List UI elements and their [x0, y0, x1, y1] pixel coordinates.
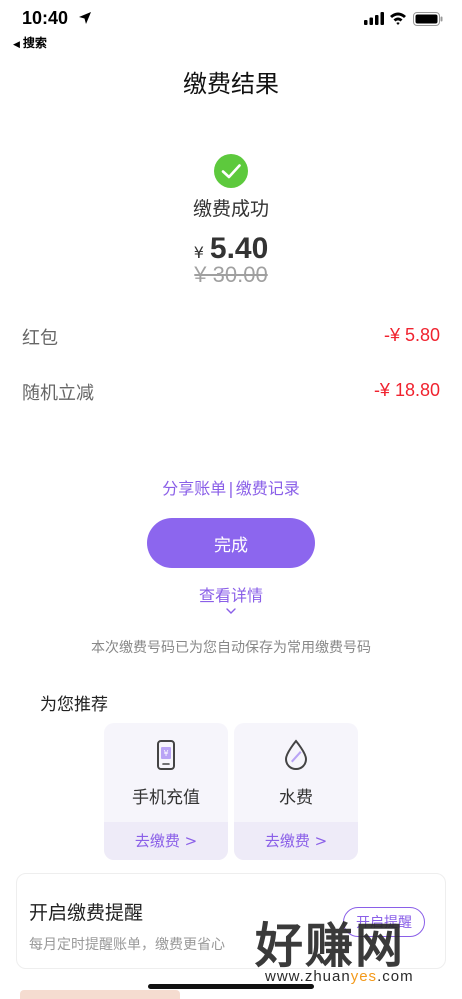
water-drop-icon: [284, 739, 308, 771]
reminder-title: 开启缴费提醒: [29, 902, 144, 924]
phone-recharge-icon: ¥: [157, 740, 175, 770]
watermark-brand: 好赚网: [255, 918, 406, 974]
red-packet-label: 红包: [22, 328, 58, 349]
back-to-search-link[interactable]: ◀ 搜索: [13, 34, 47, 51]
payment-status-text: 缴费成功: [192, 198, 269, 220]
status-time: 10:40: [22, 8, 69, 28]
recommend-card-water[interactable]: 水费 去缴费 >: [234, 723, 358, 860]
amount-value: 5.40: [209, 232, 269, 265]
reminder-subtitle: 每月定时提醒账单，缴费更省心: [29, 937, 225, 953]
original-amount: ¥ 30.00: [194, 262, 268, 287]
page-title: 缴费结果: [183, 70, 279, 98]
currency-symbol: ¥: [193, 243, 204, 262]
phone-recharge-pay-link[interactable]: 去缴费 >: [104, 822, 228, 860]
watermark-url-prefix: www.zhuan: [265, 968, 351, 985]
phone-recharge-label: 手机充值: [132, 788, 200, 808]
watermark-url-accent: yes: [350, 968, 378, 985]
success-check-icon: [214, 154, 248, 188]
red-packet-value: -¥ 5.80: [383, 325, 440, 345]
location-arrow-icon: [79, 12, 91, 24]
random-discount-label: 随机立减: [22, 383, 94, 404]
share-bill-link[interactable]: 分享账单: [162, 479, 226, 498]
done-button[interactable]: 完成: [147, 518, 315, 568]
saved-number-note: 本次缴费号码已为您自动保存为常用缴费号码: [91, 640, 371, 656]
recommend-card-phone[interactable]: ¥ 手机充值 去缴费 >: [104, 723, 228, 860]
recommend-title: 为您推荐: [40, 695, 108, 715]
cellular-signal-icon: [364, 12, 384, 25]
bottom-content-peek: [20, 990, 180, 999]
status-bar: 10:40 ◀ 搜索: [0, 0, 462, 56]
link-separator: |: [228, 479, 234, 498]
paid-amount: ¥5.40: [0, 232, 462, 266]
back-search-label: 搜索: [22, 36, 47, 50]
home-indicator[interactable]: [148, 984, 314, 989]
action-links: 分享账单 | 缴费记录: [0, 475, 462, 499]
wifi-icon: [390, 12, 406, 25]
chevron-down-icon[interactable]: [224, 606, 238, 616]
random-discount-value: -¥ 18.80: [373, 380, 440, 400]
view-details-link[interactable]: 查看详情: [0, 582, 462, 606]
svg-text:¥: ¥: [163, 749, 168, 758]
watermark-url: www.zhuanyes.com: [265, 968, 414, 985]
payment-records-link[interactable]: 缴费记录: [236, 479, 300, 498]
back-triangle-icon: ◀: [13, 40, 20, 50]
watermark-url-suffix: .com: [377, 968, 414, 985]
water-fee-pay-link[interactable]: 去缴费 >: [234, 822, 358, 860]
water-fee-label: 水费: [279, 788, 313, 808]
battery-icon: [413, 12, 443, 26]
